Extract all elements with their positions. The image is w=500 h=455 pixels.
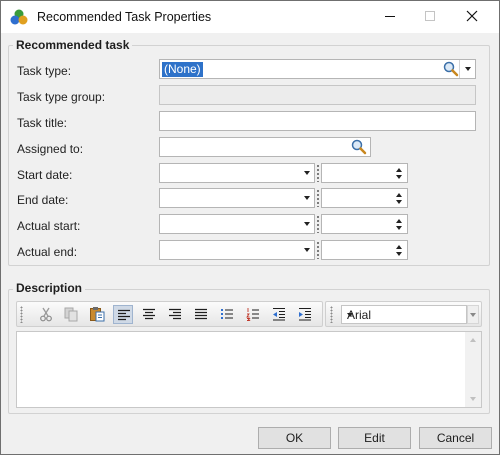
paste-button[interactable] <box>87 305 107 324</box>
edit-button[interactable]: Edit <box>338 427 411 449</box>
end-date-picker[interactable] <box>159 188 315 208</box>
cut-button[interactable] <box>36 305 56 324</box>
chevron-down-icon[interactable] <box>470 313 476 317</box>
font-toolbar: Arial <box>325 301 482 327</box>
maximize-icon <box>425 11 435 21</box>
justify-button[interactable] <box>191 305 211 324</box>
description-editor[interactable] <box>16 331 482 408</box>
font-combo-scroll[interactable] <box>467 305 479 324</box>
outdent-button[interactable] <box>269 305 289 324</box>
actual-end-time-spinner[interactable] <box>321 240 408 260</box>
spin-up-icon[interactable] <box>396 168 402 172</box>
copy-icon <box>64 307 78 322</box>
assigned-to-input[interactable] <box>159 137 371 157</box>
vertical-scrollbar[interactable] <box>465 332 481 407</box>
align-right-button[interactable] <box>165 305 185 324</box>
spin-up-icon[interactable] <box>396 245 402 249</box>
assigned-to-label: Assigned to: <box>17 142 84 156</box>
actual-start-date-picker[interactable] <box>159 214 315 234</box>
spin-down-icon[interactable] <box>396 175 402 179</box>
minimize-button[interactable] <box>379 7 401 27</box>
end-time-spinner[interactable] <box>321 188 408 208</box>
spin-up-icon[interactable] <box>396 193 402 197</box>
search-icon[interactable] <box>442 60 460 78</box>
spin-up-icon[interactable] <box>396 219 402 223</box>
chevron-down-icon[interactable] <box>347 313 353 317</box>
spin-down-icon[interactable] <box>396 252 402 256</box>
description-group-title: Description <box>13 281 86 295</box>
task-type-group-label: Task type group: <box>17 90 106 104</box>
chevron-down-icon[interactable] <box>304 222 310 226</box>
toolbar-grip[interactable] <box>20 306 23 323</box>
font-name-combo[interactable]: Arial <box>341 305 467 324</box>
spin-down-icon[interactable] <box>396 200 402 204</box>
justify-icon <box>195 308 207 320</box>
actual-start-label: Actual start: <box>17 219 81 233</box>
chevron-down-icon[interactable] <box>465 67 471 71</box>
outdent-icon <box>273 307 285 321</box>
app-icon <box>10 9 28 25</box>
cancel-button[interactable]: Cancel <box>419 427 492 449</box>
actual-end-label: Actual end: <box>17 245 78 259</box>
align-center-button[interactable] <box>139 305 159 324</box>
start-date-picker[interactable] <box>159 163 315 183</box>
scroll-down-icon[interactable] <box>470 397 476 401</box>
numbered-list-icon <box>246 308 259 321</box>
indent-button[interactable] <box>295 305 315 324</box>
scroll-up-icon[interactable] <box>470 338 476 342</box>
field-separator <box>317 189 319 207</box>
paste-icon <box>90 307 105 322</box>
task-title-input[interactable] <box>159 111 476 131</box>
search-icon[interactable] <box>350 138 368 156</box>
task-type-combo[interactable]: (None) <box>159 59 476 79</box>
cut-icon <box>40 307 52 322</box>
task-type-value: (None) <box>161 61 204 78</box>
align-center-icon <box>143 308 155 320</box>
start-date-label: Start date: <box>17 168 73 182</box>
actual-start-time-spinner[interactable] <box>321 214 408 234</box>
actual-end-date-picker[interactable] <box>159 240 315 260</box>
close-icon <box>466 10 478 22</box>
maximize-button <box>419 7 441 27</box>
close-button[interactable] <box>461 7 483 27</box>
task-type-label: Task type: <box>17 64 72 78</box>
indent-icon <box>299 307 311 321</box>
numbered-list-button[interactable] <box>243 305 263 324</box>
minimize-icon <box>385 16 395 17</box>
align-left-button[interactable] <box>113 305 133 324</box>
chevron-down-icon[interactable] <box>304 248 310 252</box>
title-bar[interactable]: Recommended Task Properties <box>1 1 499 33</box>
ok-button[interactable]: OK <box>258 427 331 449</box>
field-separator <box>317 164 319 182</box>
toolbar-grip[interactable] <box>330 306 333 323</box>
field-separator <box>317 241 319 259</box>
copy-button[interactable] <box>61 305 81 324</box>
chevron-down-icon[interactable] <box>304 171 310 175</box>
dialog-window: Recommended Task Properties Recommended … <box>0 0 500 455</box>
window-title: Recommended Task Properties <box>37 10 212 24</box>
start-time-spinner[interactable] <box>321 163 408 183</box>
align-left-icon <box>118 309 130 321</box>
bullet-list-button[interactable] <box>217 305 237 324</box>
recommended-task-group-title: Recommended task <box>13 38 133 52</box>
field-separator <box>317 215 319 233</box>
align-right-icon <box>169 308 181 320</box>
bullet-list-icon <box>221 309 233 319</box>
chevron-down-icon[interactable] <box>304 196 310 200</box>
spin-down-icon[interactable] <box>396 226 402 230</box>
task-title-label: Task title: <box>17 116 68 130</box>
end-date-label: End date: <box>17 193 69 207</box>
task-type-group-field <box>159 85 476 105</box>
formatting-toolbar <box>16 301 323 327</box>
